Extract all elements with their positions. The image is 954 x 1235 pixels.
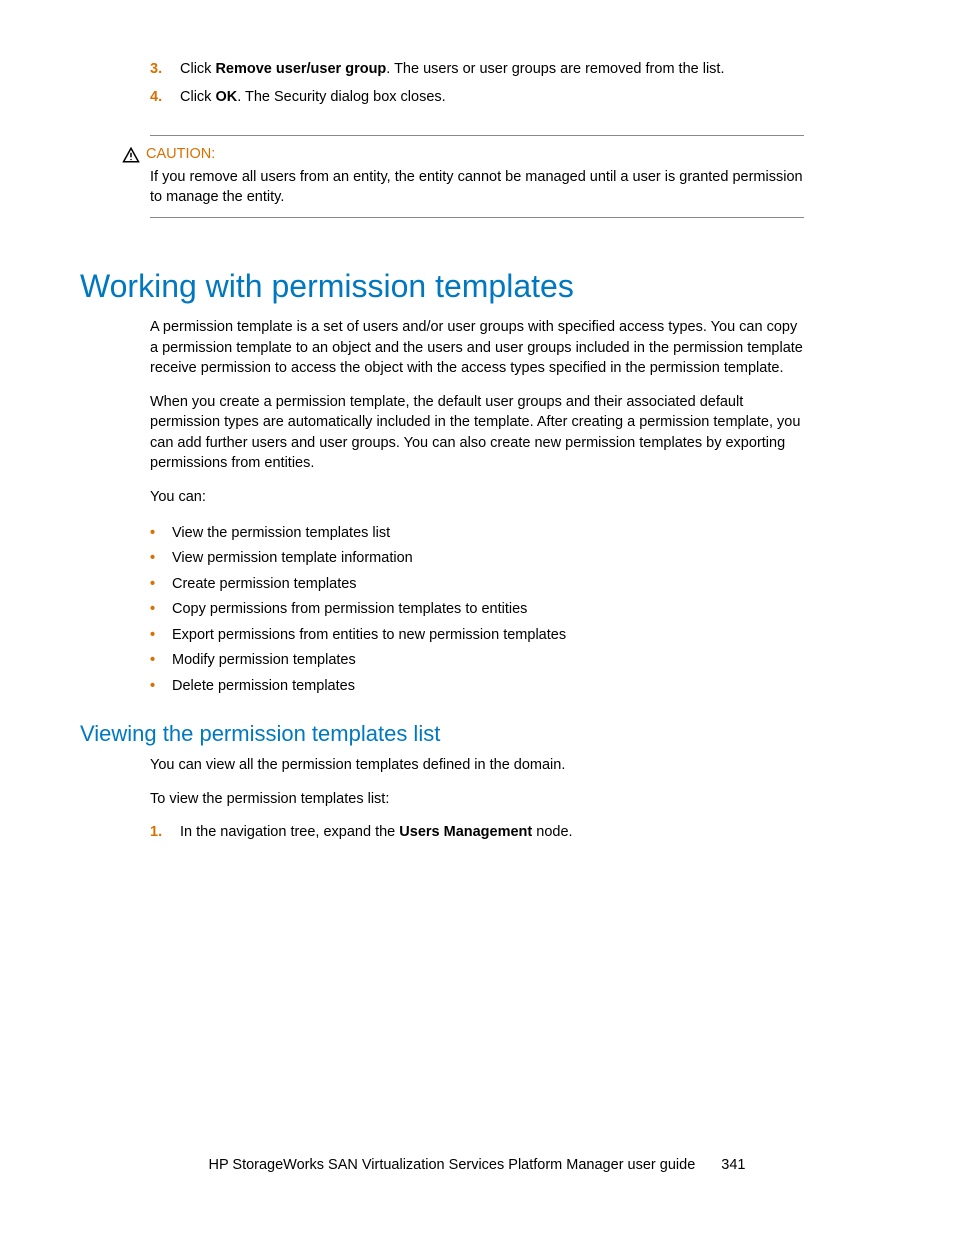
caution-text: If you remove all users from an entity, … <box>150 168 804 207</box>
bullet-icon: • <box>150 651 160 671</box>
intro-para-1: A permission template is a set of users … <box>150 317 804 378</box>
bullet-icon: • <box>150 575 160 595</box>
footer-page-number: 341 <box>721 1157 745 1173</box>
bullet-icon: • <box>150 524 160 544</box>
footer-title: HP StorageWorks SAN Virtualization Servi… <box>208 1157 695 1173</box>
step-number: 1. <box>150 823 180 843</box>
caution-triangle-icon <box>122 146 140 164</box>
step-number: 3. <box>150 60 180 80</box>
caution-callout: CAUTION: If you remove all users from an… <box>150 135 804 218</box>
numbered-steps: 3. Click Remove user/user group. The use… <box>150 60 804 107</box>
step-4: 4. Click OK. The Security dialog box clo… <box>150 88 804 108</box>
list-item: •Create permission templates <box>150 575 804 595</box>
capability-list: •View the permission templates list •Vie… <box>150 524 804 697</box>
step-text: In the navigation tree, expand the Users… <box>180 823 804 843</box>
view-steps: 1. In the navigation tree, expand the Us… <box>150 823 804 843</box>
step-text: Click OK. The Security dialog box closes… <box>180 88 804 108</box>
list-item: •View the permission templates list <box>150 524 804 544</box>
list-item: •Delete permission templates <box>150 677 804 697</box>
bullet-icon: • <box>150 677 160 697</box>
page-content: 3. Click Remove user/user group. The use… <box>0 0 954 843</box>
intro-para-2: When you create a permission template, t… <box>150 392 804 473</box>
heading-viewing-templates: Viewing the permission templates list <box>80 721 804 747</box>
list-item: •View permission template information <box>150 549 804 569</box>
rule-bottom <box>150 217 804 218</box>
bullet-icon: • <box>150 549 160 569</box>
view-step-1: 1. In the navigation tree, expand the Us… <box>150 823 804 843</box>
list-item: •Modify permission templates <box>150 651 804 671</box>
step-text: Click Remove user/user group. The users … <box>180 60 804 80</box>
page-footer: HP StorageWorks SAN Virtualization Servi… <box>0 1157 954 1173</box>
heading-working-with-templates: Working with permission templates <box>80 268 804 305</box>
step-number: 4. <box>150 88 180 108</box>
caution-label: CAUTION: <box>146 146 215 162</box>
view-para-2: To view the permission templates list: <box>150 789 804 809</box>
intro-para-3: You can: <box>150 487 804 507</box>
list-item: •Export permissions from entities to new… <box>150 626 804 646</box>
bullet-icon: • <box>150 626 160 646</box>
bullet-icon: • <box>150 600 160 620</box>
step-3: 3. Click Remove user/user group. The use… <box>150 60 804 80</box>
caution-header: CAUTION: <box>150 146 804 164</box>
list-item: •Copy permissions from permission templa… <box>150 600 804 620</box>
view-para-1: You can view all the permission template… <box>150 755 804 775</box>
rule-top <box>150 135 804 136</box>
